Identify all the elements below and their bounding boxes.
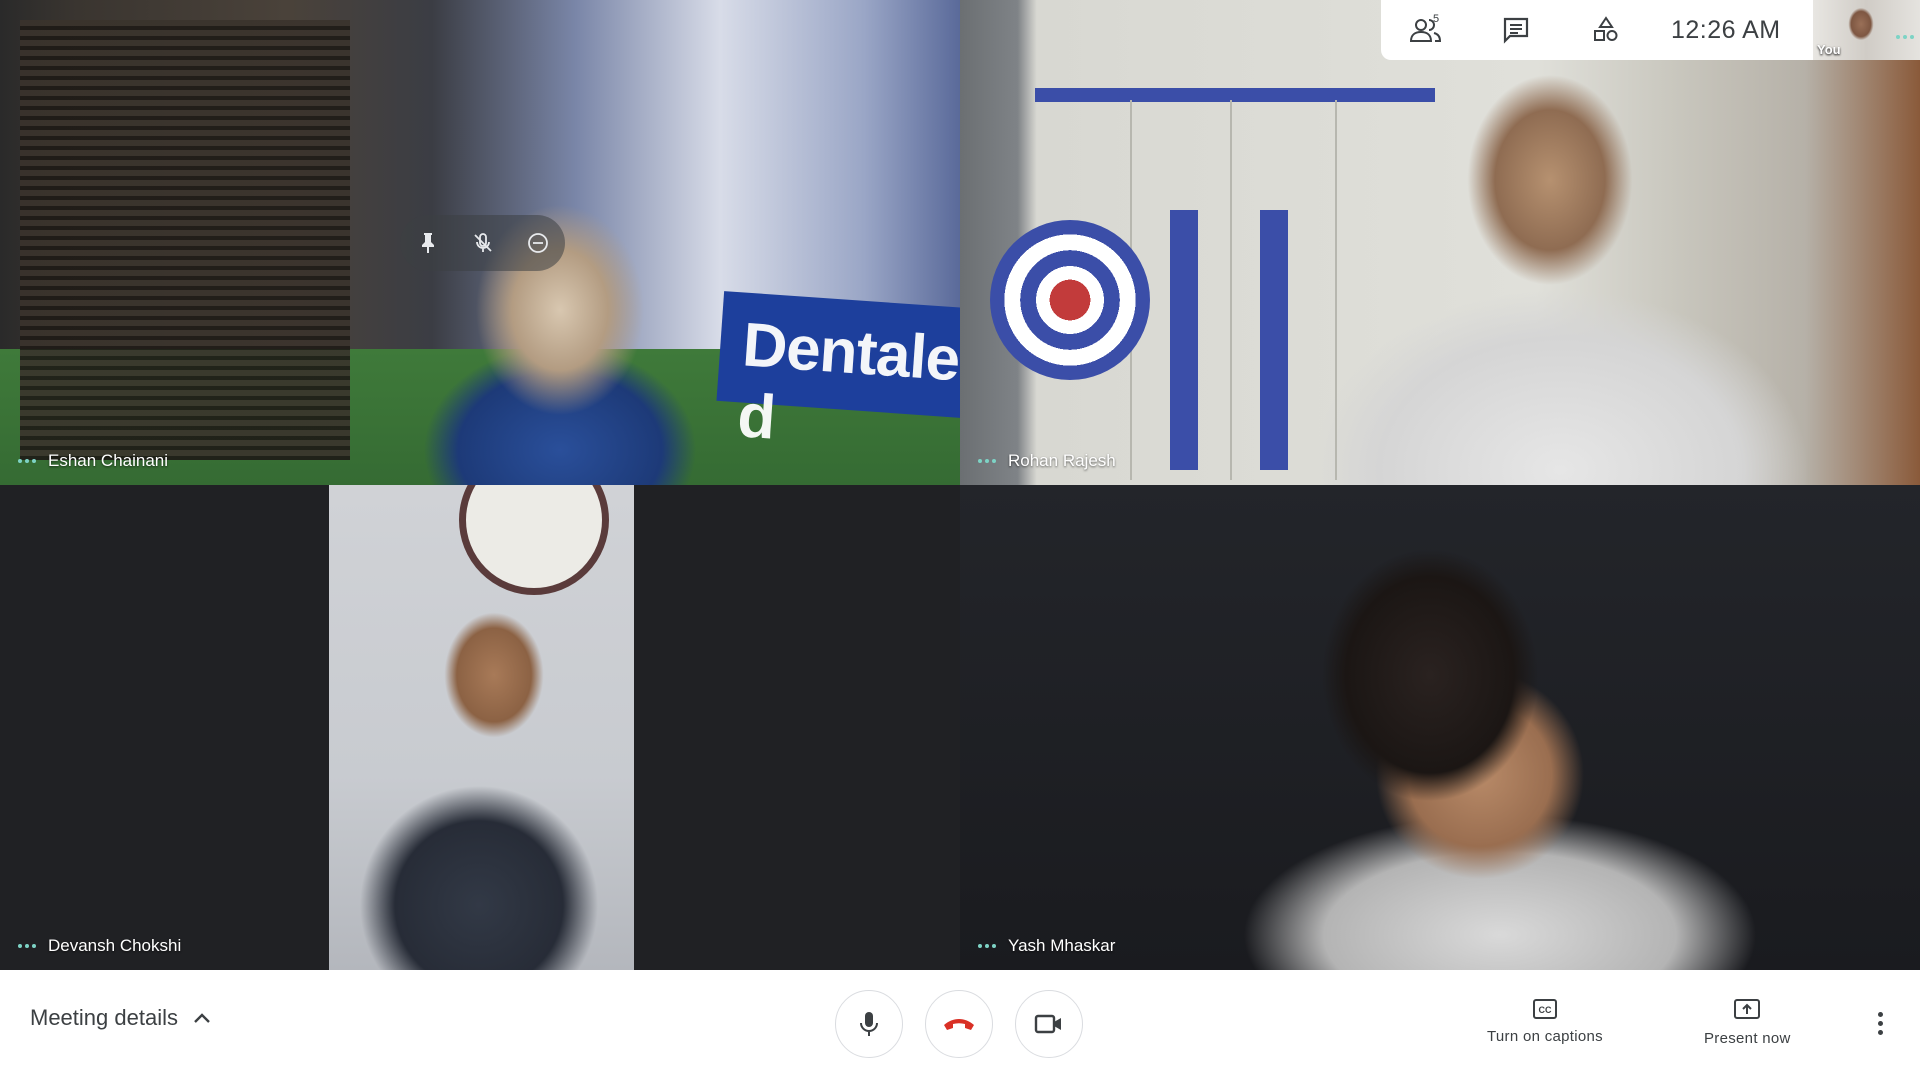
participant-tile-3[interactable]: Devansh Chokshi (0, 485, 960, 970)
participant-name: Rohan Rajesh (1008, 451, 1116, 470)
mic-off-icon[interactable] (469, 229, 497, 257)
captions-icon: CC (1532, 999, 1557, 1019)
camera-icon (1034, 1014, 1061, 1034)
participant-name: Eshan Chainani (48, 451, 169, 470)
captions-button[interactable]: CC Turn on captions (1487, 998, 1603, 1045)
audio-indicator-icon (1896, 35, 1914, 39)
chevron-up-icon (194, 1013, 210, 1023)
activities-icon (1594, 16, 1618, 41)
meeting-clock: 12:26 AM (1671, 15, 1781, 44)
camera-button[interactable] (1015, 990, 1083, 1058)
video-grid: Dentales d Eshan Chainani Rohan Rajesh D… (0, 0, 1920, 970)
cabinet-stripe-vertical (1260, 210, 1288, 470)
top-info-bar: 5 12:26 AM (1381, 0, 1813, 60)
participant-name-tag: Devansh Chokshi (18, 936, 181, 956)
participant-tile-1[interactable]: Dentales d Eshan Chainani (0, 0, 960, 485)
participant-name-tag: Yash Mhaskar (978, 936, 1115, 956)
chat-icon (1503, 17, 1529, 44)
participant-tile-4[interactable]: Yash Mhaskar (960, 485, 1920, 970)
remove-icon[interactable] (524, 229, 552, 257)
present-label: Present now (1704, 1030, 1791, 1047)
participant-name: Devansh Chokshi (48, 936, 182, 955)
tile-controls (400, 215, 565, 271)
activities-button[interactable] (1561, 0, 1651, 60)
meeting-details-button[interactable]: Meeting details (30, 1005, 212, 1031)
cabinet-edge (1230, 100, 1232, 480)
participant-tile-2[interactable]: Rohan Rajesh (960, 0, 1920, 485)
audio-indicator-icon (978, 459, 996, 463)
self-label: You (1817, 42, 1841, 57)
hang-up-icon (944, 1019, 974, 1030)
audio-indicator-icon (18, 459, 36, 463)
participant-name: Yash Mhaskar (1008, 936, 1116, 955)
hang-up-button[interactable] (925, 990, 993, 1058)
people-count: 5 (1433, 13, 1440, 25)
more-options-button[interactable] (1865, 1000, 1895, 1046)
participant-video (329, 485, 634, 970)
cabinet-stripe-vertical (1170, 210, 1198, 470)
pin-icon[interactable] (414, 229, 442, 257)
call-controls-bar: Meeting details CC Turn on captions Pres… (0, 970, 1920, 1080)
present-icon (1734, 999, 1761, 1019)
microphone-button[interactable] (835, 990, 903, 1058)
audio-indicator-icon (18, 944, 36, 948)
meeting-details-label: Meeting details (30, 1005, 178, 1030)
participant-name-tag: Rohan Rajesh (978, 451, 1116, 471)
present-now-button[interactable]: Present now (1704, 998, 1791, 1047)
more-vert-icon (1877, 1011, 1883, 1017)
cabinet-stripe (1035, 88, 1435, 102)
window-blinds (20, 20, 350, 460)
wall-clock (459, 485, 609, 595)
svg-text:CC: CC (1538, 1005, 1551, 1015)
cabinet-edge (1335, 100, 1337, 480)
chat-button[interactable] (1471, 0, 1561, 60)
banner-text: Dentales d (735, 310, 960, 453)
mic-icon (860, 1012, 878, 1036)
people-button[interactable]: 5 (1381, 0, 1471, 60)
target-decal (990, 220, 1150, 380)
participant-name-tag: Eshan Chainani (18, 451, 168, 471)
audio-indicator-icon (978, 944, 996, 948)
captions-label: Turn on captions (1487, 1028, 1603, 1045)
self-view-tile[interactable]: You (1813, 0, 1920, 60)
